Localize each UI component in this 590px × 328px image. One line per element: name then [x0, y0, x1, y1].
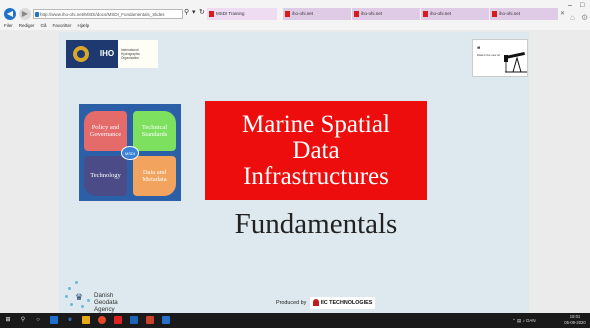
slide-subtitle: Fundamentals	[234, 208, 398, 240]
chrome-icon[interactable]	[98, 316, 106, 324]
gear-icon[interactable]: ⚙	[581, 13, 588, 22]
msdi-center: MSDI	[121, 146, 139, 160]
produced-by: Produced by IIC TECHNOLOGIES	[276, 297, 376, 309]
volume-icon[interactable]: ♪	[523, 318, 525, 323]
menu-go[interactable]: Gå	[41, 23, 47, 28]
menu-file[interactable]: Filer	[4, 23, 13, 28]
home-icon[interactable]: ⌂	[570, 13, 575, 22]
tab-iho-3[interactable]: iho-ohi.net	[421, 8, 489, 20]
acrobat-icon[interactable]	[114, 316, 122, 324]
dgs-line-1: Danish Geodata	[94, 292, 118, 306]
back-button[interactable]: ◀	[4, 8, 16, 20]
quadrant-technology: Technology	[84, 156, 127, 196]
windows-start-icon[interactable]: ⊞	[4, 316, 12, 324]
language-indicator[interactable]: DAN	[526, 318, 536, 323]
word-icon[interactable]	[162, 316, 170, 324]
store-icon[interactable]	[50, 316, 58, 324]
iho-favicon-icon	[492, 11, 497, 17]
tab-iho-4[interactable]: iho-ohi.net	[490, 8, 558, 20]
iho-acronym: IHO	[96, 40, 118, 68]
quote-text: Data is the new oil	[477, 53, 500, 57]
tab-label: iho-ohi.net	[292, 11, 314, 16]
iho-name: International Hydrographic Organization	[121, 48, 140, 60]
window-close-icon[interactable]: □	[580, 2, 584, 9]
outlook-icon[interactable]	[130, 316, 138, 324]
title-line-2: Data	[292, 136, 340, 164]
danish-geodata-logo: ♛ Danish Geodata Agency	[64, 279, 134, 313]
iho-favicon-icon	[423, 11, 428, 17]
menu-help[interactable]: Hjælp	[78, 23, 90, 28]
browser-chrome: ◀ ▶ http://www.iho-ohi.net/MSDI/docs/MSD…	[0, 0, 590, 30]
crown-icon: ♛	[75, 292, 84, 302]
tab-label: iho-ohi.net	[430, 11, 452, 16]
clock-date: 05-09-2020	[564, 320, 586, 325]
quote-mark-icon: ❝	[477, 47, 481, 53]
iho-emblem-icon	[66, 40, 96, 68]
iho-favicon-icon	[209, 11, 214, 17]
menu-edit[interactable]: Rediger	[19, 23, 35, 28]
ie-favicon-icon	[35, 12, 39, 17]
iho-favicon-icon	[354, 11, 359, 17]
minimize-icon[interactable]: –	[568, 2, 572, 9]
taskbar: ⊞ ⚲ ○ e ⌃ ▤ ♪ DAN 15:01 05-09-2020	[0, 313, 590, 328]
clock[interactable]: 15:01 05-09-2020	[563, 314, 587, 326]
dropdown-icon[interactable]: ▾	[192, 8, 196, 16]
tray-chevron-icon[interactable]: ⌃	[512, 318, 516, 323]
tab-label: MSDI Training	[216, 11, 245, 16]
iic-brand: IIC TECHNOLOGIES	[320, 300, 373, 306]
slide-title: Marine Spatial Data Infrastructures	[205, 101, 427, 200]
quote-thumbnail: ❝ Data is the new oil	[472, 39, 528, 77]
forward-button[interactable]: ▶	[19, 8, 31, 20]
tab-iho-2[interactable]: iho-ohi.net	[352, 8, 420, 20]
tab-iho-1[interactable]: iho-ohi.net	[283, 8, 351, 20]
dgs-line-2: Agency	[94, 306, 115, 313]
tab-msdi-training[interactable]: MSDI Training	[207, 8, 277, 20]
edge-icon[interactable]: e	[66, 316, 74, 324]
file-explorer-icon[interactable]	[82, 316, 90, 324]
iho-logo: IHO International Hydrographic Organizat…	[66, 40, 158, 68]
address-bar[interactable]: http://www.iho-ohi.net/MSDI/docs/MSDI_Fu…	[33, 9, 183, 19]
iho-favicon-icon	[285, 11, 290, 17]
menu-favorites[interactable]: Favoritter	[53, 23, 72, 28]
quadrant-data: Data and Metadata	[133, 156, 176, 196]
refresh-icon[interactable]: ↻	[199, 8, 205, 16]
msdi-diagram: Policy and Governance Technical Standard…	[79, 104, 181, 201]
oil-pump-icon	[504, 51, 527, 73]
quadrant-policy: Policy and Governance	[84, 111, 127, 151]
menu-bar: Filer Rediger Gå Favoritter Hjælp	[0, 22, 590, 30]
address-text: http://www.iho-ohi.net/MSDI/docs/MSDI_Fu…	[40, 12, 165, 17]
quadrant-standards: Technical Standards	[133, 111, 176, 151]
iic-mark-icon	[312, 299, 319, 307]
tab-label: iho-ohi.net	[361, 11, 383, 16]
close-tab-icon[interactable]: ✕	[560, 10, 565, 17]
title-line-1: Marine Spatial	[242, 110, 390, 138]
powerpoint-icon[interactable]	[146, 316, 154, 324]
title-line-3: Infrastructures	[243, 162, 389, 190]
network-icon[interactable]: ▤	[517, 318, 521, 323]
search-icon[interactable]: ⚲	[19, 316, 27, 324]
system-tray: ⌃ ▤ ♪ DAN	[512, 313, 536, 328]
task-view-icon[interactable]: ○	[34, 316, 42, 324]
iic-logo: IIC TECHNOLOGIES	[309, 297, 376, 309]
tab-label: iho-ohi.net	[499, 11, 521, 16]
search-icon[interactable]: ⚲	[184, 8, 189, 16]
produced-by-text: Produced by	[276, 300, 307, 306]
